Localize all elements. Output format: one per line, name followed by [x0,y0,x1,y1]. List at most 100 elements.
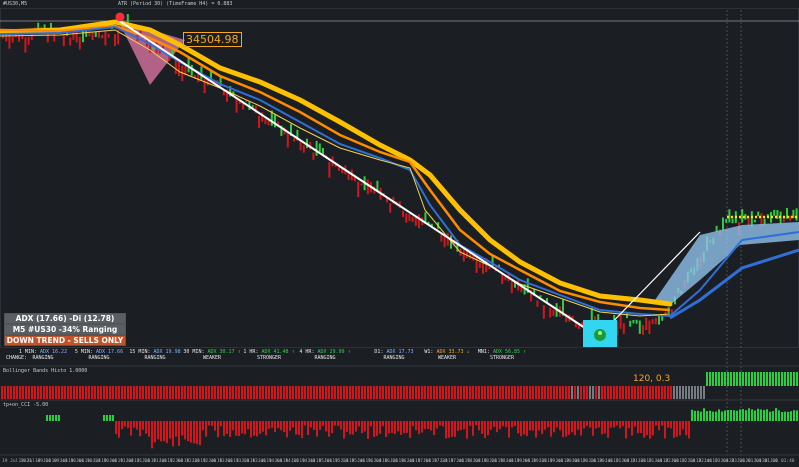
histo-bar [367,421,369,439]
histo-bar [616,386,618,399]
time-tick: 20 Jul 01:40 [762,459,795,464]
candle [654,318,657,325]
histo-bar [793,372,795,386]
histo-bar [364,421,366,432]
histo-bar [427,386,429,399]
histo-bar [400,386,402,399]
histo-bar [79,386,81,399]
histo-bar [325,421,327,432]
histo-bar [784,411,786,421]
histo-bar [511,421,513,428]
histo-bar [640,386,642,399]
histo-bar [121,386,123,399]
histo-bar [316,421,318,437]
histo-bar [439,421,441,426]
histo-bar [724,372,726,386]
histo-bar [112,415,114,421]
candle [418,214,420,229]
histo-bar [544,386,546,399]
histo-bar [145,386,147,399]
histo-bar [181,386,183,399]
atr-label: ATR (Period 30) (TimeFrame H4) = 0.883 [118,1,233,7]
histo-bar [127,386,129,399]
candle [235,98,238,113]
histo-bar [406,386,408,399]
histo-bar [658,421,660,431]
histo-bar [670,421,672,429]
histo-bar [358,386,360,399]
histo-bar [73,386,75,399]
histo-bar [4,386,6,399]
histo-bar [397,421,399,432]
histo-bar [343,421,345,439]
histo-bar [169,386,171,399]
histo-bar [223,386,225,399]
candle [286,132,289,148]
candle [258,115,260,129]
histo-bar [703,386,705,399]
histo-bar [172,421,174,447]
histo-bar [790,411,792,421]
histo-bar [16,386,18,399]
candle [27,36,30,45]
histo-bar [163,386,165,399]
histo-bar [352,386,354,399]
histo-bar [757,408,759,421]
histo-bar [775,408,777,421]
histo-bar [400,421,402,435]
chart-area[interactable] [0,0,799,467]
histo-bar [379,386,381,399]
histo-bar [526,421,528,437]
histo-bar [475,386,477,399]
candle [178,61,180,77]
histo-bar [451,386,453,399]
adx-timeframe-cell: D1: ADX 17.73 RANGING [374,349,414,361]
histo-bar [202,421,204,431]
histo-bar [787,411,789,421]
histo-bar [373,386,375,399]
histo-bar [127,421,129,429]
histo-bar [484,421,486,439]
histo-bar [328,386,330,399]
histo-bar [619,421,621,429]
histo-bar [382,386,384,399]
histo-bar [628,386,630,399]
histo-bar [340,421,342,430]
histo-bar [679,421,681,436]
histo-bar [226,386,228,399]
histo-bar [223,421,225,436]
histo-bar [325,386,327,399]
histo-bar [427,421,429,430]
histo-bar [508,386,510,399]
histo-bar [454,386,456,399]
histo-bar [163,421,165,442]
candle [773,209,776,216]
candle [648,320,651,334]
candle [536,300,539,307]
histo-bar [493,386,495,399]
candle [722,217,724,231]
histo-bar [436,421,438,429]
histo-bar [796,410,798,421]
histo-bar [1,386,3,399]
histo-bar [649,421,651,439]
histo-bar [217,386,219,399]
histo-bar [592,421,594,436]
histo-bar [487,386,489,399]
histo-bar [262,386,264,399]
histo-bar [136,421,138,430]
histo-bar [370,386,372,399]
histo-bar [292,386,294,399]
histo-bar [631,421,633,436]
histo-bar [229,421,231,437]
histo-bar [673,386,675,399]
histo-bar [646,421,648,435]
histo-bar [430,386,432,399]
histo-bar [697,386,699,399]
histo-bar [745,410,747,421]
histo-bar [793,410,795,421]
candle [658,314,660,325]
candle [542,305,545,319]
histo-bar [142,386,144,399]
histo-bar [259,386,261,399]
